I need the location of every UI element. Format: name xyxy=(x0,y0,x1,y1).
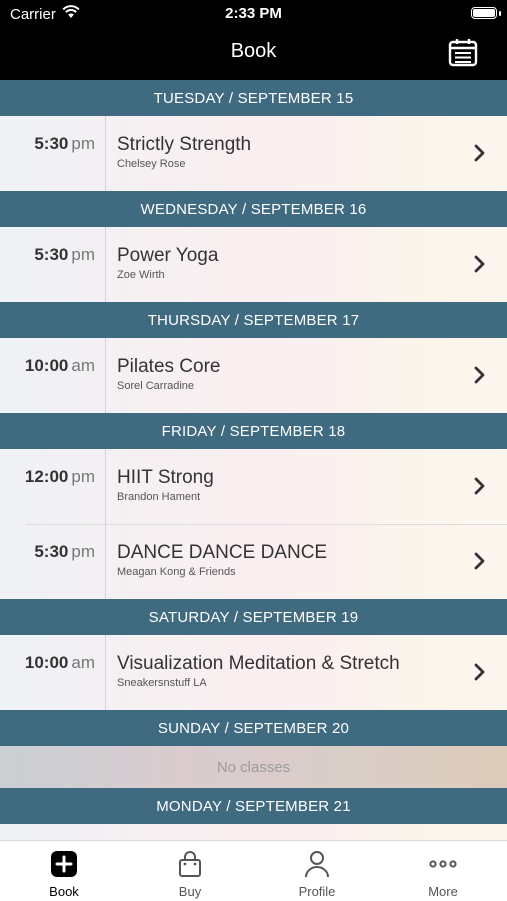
status-time: 2:33 PM xyxy=(225,5,282,22)
chevron-right-icon xyxy=(473,144,487,162)
plus-square-icon xyxy=(50,850,78,878)
tab-profile[interactable]: Profile xyxy=(254,841,380,901)
class-time-value: 5:30 xyxy=(34,542,69,561)
tab-book[interactable]: Book xyxy=(1,841,127,901)
class-name: Pilates Core xyxy=(117,356,221,377)
day-header: FRIDAY / SEPTEMBER 18 xyxy=(0,413,507,449)
class-time-ampm: pm xyxy=(71,542,95,561)
top-bar: Carrier 2:33 PM Book xyxy=(0,0,507,80)
day-header: SUNDAY / SEPTEMBER 20 xyxy=(0,710,507,746)
ellipsis-icon xyxy=(429,850,457,878)
class-time-ampm: am xyxy=(71,653,95,672)
day-header: THURSDAY / SEPTEMBER 17 xyxy=(0,302,507,338)
tab-label: Book xyxy=(49,884,79,899)
calendar-icon[interactable] xyxy=(447,36,479,68)
instructor-name: Sneakersnstuff LA xyxy=(117,677,207,689)
class-row[interactable]: 10:00 am Pilates Core Sorel Carradine xyxy=(0,338,507,413)
no-classes-label: No classes xyxy=(0,746,507,788)
instructor-name: Chelsey Rose xyxy=(117,158,186,170)
class-time: 5:30 pm xyxy=(34,542,95,562)
class-time: 10:00 am xyxy=(25,356,95,376)
instructor-name: Meagan Kong & Friends xyxy=(117,566,236,578)
class-row[interactable]: 10:00 am Visualization Meditation & Stretc… xyxy=(0,635,507,710)
instructor-name: Zoe Wirth xyxy=(117,269,165,281)
tab-label: Profile xyxy=(298,884,336,899)
class-time-ampm: pm xyxy=(71,245,95,264)
class-time-ampm: am xyxy=(71,356,95,375)
tab-label: More xyxy=(428,884,458,899)
battery-icon xyxy=(471,7,497,19)
class-time: 5:30 pm xyxy=(34,134,95,154)
chevron-right-icon xyxy=(473,477,487,495)
day-header: MONDAY / SEPTEMBER 21 xyxy=(0,788,507,824)
class-time: 5:30 pm xyxy=(34,245,95,265)
tab-label: Buy xyxy=(178,884,202,899)
shopping-bag-icon xyxy=(176,850,204,878)
class-name: Power Yoga xyxy=(117,245,219,266)
instructor-name: Brandon Hament xyxy=(117,491,201,503)
chevron-right-icon xyxy=(473,366,487,384)
class-row[interactable]: 5:30 pm DANCE DANCE DANCE Meagan Kong & Fri… xyxy=(0,524,507,599)
class-schedule-list[interactable]: TUESDAY / SEPTEMBER 15 5:30 pm Strictly Str… xyxy=(0,80,507,840)
class-row[interactable]: 5:30 pm Power Yoga Zoe Wirth xyxy=(0,227,507,302)
class-time: 10:00 am xyxy=(25,653,95,673)
time-column: 5:30 pm xyxy=(0,227,106,302)
day-header: WEDNESDAY / SEPTEMBER 16 xyxy=(0,191,507,227)
chevron-right-icon xyxy=(473,552,487,570)
class-row[interactable]: 12:00 pm HIIT Strong Brandon Hament xyxy=(0,449,507,524)
class-time-value: 5:30 xyxy=(34,134,69,153)
class-name: DANCE DANCE DANCE xyxy=(117,542,328,563)
tab-buy[interactable]: Buy xyxy=(127,841,253,901)
page-title: Book xyxy=(230,40,277,62)
class-name: Strictly Strength xyxy=(117,134,252,155)
chevron-right-icon xyxy=(473,663,487,681)
class-time-value: 10:00 xyxy=(24,653,69,672)
status-bar: Carrier 2:33 PM xyxy=(0,0,507,28)
time-column: 5:30 pm xyxy=(0,116,106,191)
time-column: 10:00 am xyxy=(0,338,106,413)
chevron-right-icon xyxy=(473,255,487,273)
class-row[interactable]: 5:30 pm Strictly Strength Chelsey Rose xyxy=(0,116,507,191)
tab-bar: Book Buy Profile More xyxy=(0,840,507,901)
class-name: HIIT Strong xyxy=(117,467,214,488)
tab-more[interactable]: More xyxy=(380,841,506,901)
class-time-value: 10:00 xyxy=(24,356,69,375)
time-column: 5:30 pm xyxy=(0,524,106,599)
time-column: 12:00 pm xyxy=(0,449,106,524)
day-header: TUESDAY / SEPTEMBER 15 xyxy=(0,80,507,116)
class-time: 12:00 pm xyxy=(25,467,95,487)
class-name: Visualization Meditation & Stretch xyxy=(117,653,400,674)
instructor-name: Sorel Carradine xyxy=(117,380,195,392)
class-time-value: 5:30 xyxy=(34,245,69,264)
person-icon xyxy=(303,850,331,878)
class-time-ampm: pm xyxy=(71,134,95,153)
day-header: SATURDAY / SEPTEMBER 19 xyxy=(0,599,507,635)
class-time-value: 12:00 xyxy=(24,467,69,486)
class-time-ampm: pm xyxy=(71,467,95,486)
time-column: 10:00 am xyxy=(0,635,106,710)
